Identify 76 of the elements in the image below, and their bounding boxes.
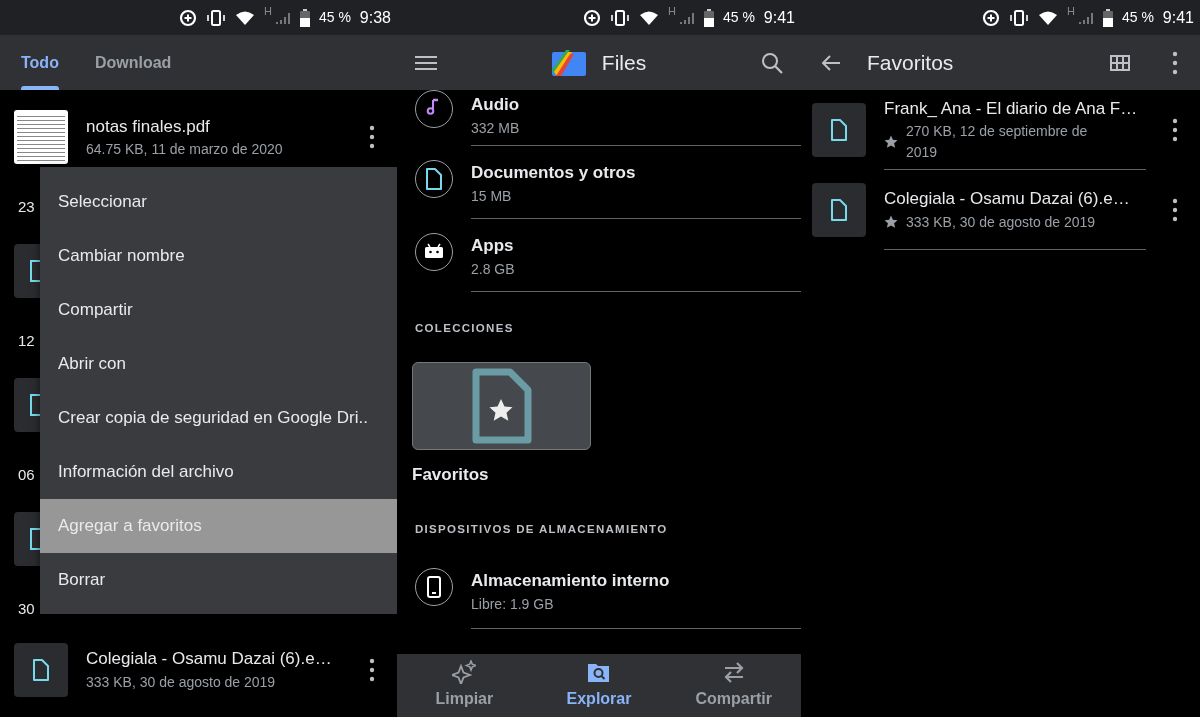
file-details: 270 KB, 12 de septiembre de 2019 [906, 122, 1089, 163]
category-name[interactable]: Documentos y otros [471, 160, 801, 186]
category-name[interactable]: Audio [471, 92, 801, 118]
battery-icon [1102, 8, 1113, 27]
category-size: 2.8 GB [471, 259, 516, 279]
grid-icon [1110, 54, 1130, 71]
date-header: 30 [18, 600, 35, 617]
nav-tab[interactable]: Limpiar [397, 654, 532, 717]
category-size: 332 MB [471, 118, 521, 138]
file-name: Colegiala - Osamu Dazai (6).e… [86, 648, 333, 671]
battery-percent: 45 % [1121, 8, 1154, 27]
data-saver-icon [583, 8, 601, 27]
menu-item[interactable]: Seleccionar [40, 175, 397, 229]
grid-view-button[interactable] [1110, 54, 1130, 71]
tab[interactable]: Todo [21, 35, 59, 90]
network-type: H [264, 4, 272, 19]
vibrate-icon [206, 8, 226, 27]
search-icon [761, 51, 783, 74]
signal-icon [678, 10, 695, 25]
date-header: 06 [18, 466, 35, 483]
data-saver-icon [982, 8, 1000, 27]
favorites-card[interactable] [412, 362, 591, 451]
battery-icon [703, 8, 714, 27]
menu-item[interactable]: Información del archivo [40, 445, 397, 499]
file-details: 333 KB, 30 de agosto de 2019 [906, 212, 1096, 232]
battery-percent: 45 % [722, 8, 755, 27]
screen-title: Favoritos [867, 49, 955, 76]
vibrate-icon [610, 8, 630, 27]
tab[interactable]: Download [94, 35, 172, 90]
file-details: 64.75 KB, 11 de marzo de 2020 [86, 140, 284, 160]
menu-item[interactable]: Crear copia de seguridad en Google Dri.. [40, 391, 397, 445]
storage-free: Libre: 1.9 GB [471, 594, 555, 614]
network-type: H [668, 4, 676, 19]
menu-item[interactable]: Abrir con [40, 337, 397, 391]
category-size: 15 MB [471, 186, 513, 206]
wifi-icon [639, 9, 659, 26]
signal-icon [274, 10, 291, 25]
sparkle-icon [452, 660, 477, 684]
section-header: DISPOSITIVOS DE ALMACENAMIENTO [415, 521, 669, 537]
wifi-icon [1038, 9, 1058, 26]
file-name: notas finales.pdf [86, 115, 211, 138]
vibrate-icon [1009, 8, 1029, 27]
collection-label: Favoritos [412, 464, 490, 487]
clock: 9:38 [359, 7, 391, 28]
clock: 9:41 [1162, 7, 1194, 28]
storage-name[interactable]: Almacenamiento interno [471, 568, 801, 594]
category-name[interactable]: Apps [471, 233, 801, 259]
back-button[interactable] [821, 53, 841, 72]
signal-icon [1077, 10, 1094, 25]
menu-icon [415, 54, 437, 71]
file-edge-icon [30, 528, 40, 550]
clock: 9:41 [763, 7, 795, 28]
search-button[interactable] [761, 51, 783, 74]
data-saver-icon [179, 8, 197, 27]
date-header: 12 [18, 332, 35, 349]
menu-item[interactable]: Borrar [40, 553, 397, 607]
date-header: 23 [18, 198, 35, 215]
file-details: 333 KB, 30 de agosto de 2019 [86, 672, 277, 692]
starred-file-icon [470, 368, 533, 445]
file-edge-icon [30, 260, 40, 282]
file-edge-icon [30, 394, 40, 416]
menu-item[interactable]: Cambiar nombre [40, 229, 397, 283]
section-header: COLECCIONES [415, 321, 515, 336]
battery-icon [299, 8, 310, 27]
menu-button[interactable] [415, 54, 437, 71]
file-name: Colegiala - Osamu Dazai (6).e… [884, 188, 1131, 211]
nav-tab[interactable]: Compartir [666, 654, 801, 717]
network-type: H [1067, 4, 1075, 19]
battery-percent: 45 % [318, 8, 351, 27]
wifi-icon [235, 9, 255, 26]
menu-item[interactable]: Compartir [40, 283, 397, 337]
files-logo [551, 49, 586, 76]
file-name: Frank_ Ana - El diario de Ana F… [884, 97, 1139, 120]
app-title: Files [601, 49, 647, 76]
back-arrow-icon [821, 53, 841, 72]
nav-tab[interactable]: Explorar [531, 654, 667, 717]
